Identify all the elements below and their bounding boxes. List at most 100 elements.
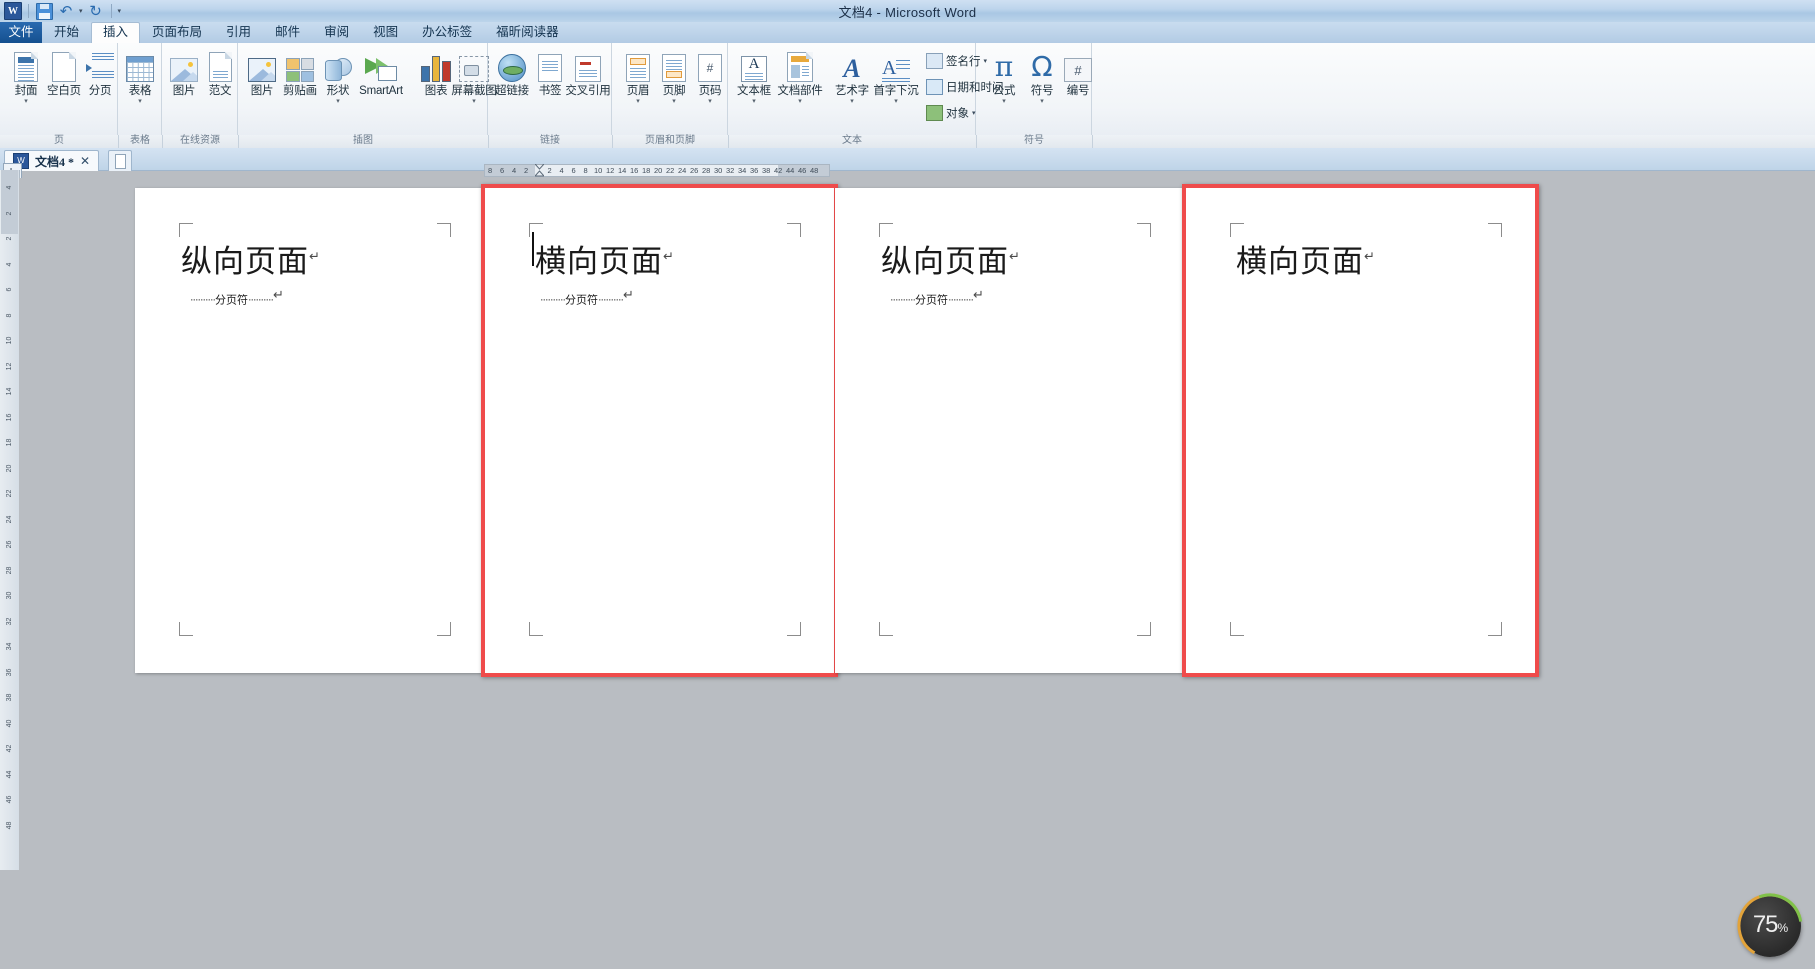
document-workspace[interactable]: 纵向页面↵ ··········分页符··········↵ 横向页面↵ ···… bbox=[19, 178, 1815, 969]
tab-office-tab[interactable]: 办公标签 bbox=[410, 22, 484, 43]
tab-page-layout[interactable]: 页面布局 bbox=[140, 22, 214, 43]
vertical-ruler-tick: 6 bbox=[6, 287, 13, 292]
margin-mark-tr bbox=[1488, 223, 1502, 237]
page-break-icon bbox=[78, 48, 122, 82]
ribbon-group-links: 超链接 书签 交叉引用 bbox=[488, 43, 612, 135]
margin-mark-bl bbox=[529, 622, 543, 636]
ruler-number: 24 bbox=[678, 166, 687, 175]
drop-cap-button[interactable]: A 首字下沉 ▾ bbox=[870, 48, 922, 106]
margin-mark-br bbox=[1488, 622, 1502, 636]
page-1-portrait[interactable]: 纵向页面↵ ··········分页符··········↵ bbox=[135, 188, 484, 673]
tab-mailings[interactable]: 邮件 bbox=[263, 22, 312, 43]
ruler-number: 32 bbox=[726, 166, 735, 175]
tab-file[interactable]: 文件 bbox=[0, 22, 42, 43]
tab-foxit-reader[interactable]: 福昕阅读器 bbox=[484, 22, 571, 43]
group-label-illustrations: 插图 bbox=[238, 135, 489, 148]
table-caret-icon[interactable]: ▾ bbox=[118, 98, 162, 106]
ruler-number: 18 bbox=[642, 166, 651, 175]
vertical-ruler-tick: 18 bbox=[6, 438, 13, 447]
tab-home[interactable]: 开始 bbox=[42, 22, 91, 43]
page-4-landscape[interactable]: 横向页面↵ bbox=[1182, 184, 1539, 677]
ruler-number: 44 bbox=[786, 166, 795, 175]
tab-view[interactable]: 视图 bbox=[361, 22, 410, 43]
indent-marker[interactable] bbox=[533, 163, 546, 177]
signature-line-icon bbox=[926, 53, 943, 69]
group-label-symbols: 符号 bbox=[976, 135, 1093, 148]
sample-text-button[interactable]: 范文 bbox=[198, 48, 242, 98]
word-window: W ↶ ▾ ↻ ▾ 文档4 - Microsoft Word 文件 开始 插入 … bbox=[0, 0, 1815, 969]
quick-parts-button[interactable]: 文档部件 ▾ bbox=[774, 48, 826, 106]
horizontal-ruler[interactable]: 8 6 4 2 2 4 6 8 10 12 14 16 18 20 22 24 26 28 30 32 34 36 38 42… bbox=[484, 163, 830, 182]
text-box-caret-icon[interactable]: ▾ bbox=[732, 98, 776, 106]
page-3-portrait[interactable]: 纵向页面↵ ··········分页符··········↵ bbox=[835, 188, 1184, 673]
text-cursor bbox=[532, 232, 534, 266]
vertical-ruler-tick: 34 bbox=[6, 642, 13, 651]
ruler-number: 20 bbox=[654, 166, 663, 175]
drop-cap-caret-icon[interactable]: ▾ bbox=[870, 98, 922, 106]
number-button[interactable]: # 编号 bbox=[1056, 48, 1100, 98]
vertical-ruler[interactable]: 4 2 2 4 6 8 10 12 14 16 18 20 22 24 26 28 30 32 34 36 38 40 42… bbox=[0, 170, 20, 870]
object-icon bbox=[926, 105, 943, 121]
margin-mark-tl bbox=[1230, 223, 1244, 237]
vertical-ruler-tick: 10 bbox=[6, 336, 13, 345]
symbol-caret-icon[interactable]: ▾ bbox=[1020, 98, 1064, 106]
margin-mark-br bbox=[437, 622, 451, 636]
ruler-number: 8 bbox=[488, 166, 493, 175]
group-label-pages: 页 bbox=[0, 135, 119, 148]
ruler-number: 8 bbox=[583, 166, 588, 175]
page-break-button[interactable]: 分页 bbox=[78, 48, 122, 98]
drop-cap-label: 首字下沉 bbox=[873, 85, 919, 97]
tab-review[interactable]: 审阅 bbox=[312, 22, 361, 43]
quick-parts-icon bbox=[774, 48, 826, 82]
page-2-landscape[interactable]: 横向页面↵ ··········分页符··········↵ bbox=[481, 184, 838, 677]
text-box-label: 文本框 bbox=[737, 85, 771, 97]
page-break-label: 分页 bbox=[88, 85, 112, 97]
vertical-ruler-tick: 38 bbox=[6, 693, 13, 702]
ribbon-tabs: 文件 开始 插入 页面布局 引用 邮件 审阅 视图 办公标签 福昕阅读器 bbox=[0, 22, 1815, 44]
window-title: 文档4 - Microsoft Word bbox=[838, 5, 977, 20]
margin-mark-tr bbox=[1137, 223, 1151, 237]
word-art-button[interactable]: A 艺术字 ▾ bbox=[830, 48, 874, 106]
new-document-tab-button[interactable] bbox=[108, 150, 132, 171]
object-button[interactable]: 对象 ▾ bbox=[926, 104, 976, 122]
vertical-ruler-tick: 2 bbox=[6, 236, 13, 241]
vertical-ruler-tick: 14 bbox=[6, 387, 13, 396]
ruler-number: 38 bbox=[762, 166, 771, 175]
page-number-button[interactable]: # 页码 ▾ bbox=[688, 48, 732, 106]
cross-reference-button[interactable]: 交叉引用 bbox=[562, 48, 614, 98]
margin-mark-tl bbox=[179, 223, 193, 237]
margin-mark-tl bbox=[879, 223, 893, 237]
close-icon[interactable]: ✕ bbox=[80, 154, 90, 168]
text-box-button[interactable]: A 文本框 ▾ bbox=[732, 48, 776, 106]
page-2-break-label: 分页符 bbox=[564, 293, 598, 307]
number-label: 编号 bbox=[1066, 85, 1090, 97]
cover-page-caret-icon[interactable]: ▾ bbox=[4, 98, 48, 106]
ruler-number: 22 bbox=[666, 166, 675, 175]
vertical-ruler-tick: 40 bbox=[6, 719, 13, 727]
ribbon-group-table: 表格 ▾ bbox=[118, 43, 162, 135]
title-bar: W ↶ ▾ ↻ ▾ 文档4 - Microsoft Word bbox=[0, 0, 1815, 23]
paragraph-mark: ↵ bbox=[309, 249, 321, 265]
page-number-caret-icon[interactable]: ▾ bbox=[688, 98, 732, 106]
tab-references[interactable]: 引用 bbox=[214, 22, 263, 43]
ribbon-group-header-footer: 页眉 ▾ 页脚 ▾ # 页码 ▾ bbox=[612, 43, 728, 135]
ribbon: 封面 ▾ 空白页 分页 表格 ▾ 图片 范文 图片 剪贴画 形状 ▾ Smart… bbox=[0, 43, 1815, 136]
date-time-icon bbox=[926, 79, 943, 95]
vertical-ruler-tick: 26 bbox=[6, 540, 13, 549]
ruler-number: 26 bbox=[690, 166, 699, 175]
ruler-number: 36 bbox=[750, 166, 759, 175]
word-art-icon: A bbox=[843, 54, 861, 83]
zoom-level-widget[interactable]: 75% bbox=[1737, 893, 1803, 959]
object-caret-icon[interactable]: ▾ bbox=[972, 109, 976, 117]
table-button[interactable]: 表格 ▾ bbox=[118, 48, 162, 106]
break-dash-left: ·········· bbox=[190, 293, 216, 307]
vertical-ruler-tick: 32 bbox=[6, 617, 13, 625]
quick-parts-caret-icon[interactable]: ▾ bbox=[774, 98, 826, 106]
break-dash-left: ·········· bbox=[540, 293, 566, 307]
smartart-button[interactable]: SmartArt bbox=[350, 48, 412, 98]
vertical-ruler-tick: 16 bbox=[6, 413, 13, 421]
margin-mark-bl bbox=[1230, 622, 1244, 636]
tab-insert[interactable]: 插入 bbox=[91, 22, 141, 44]
word-art-caret-icon[interactable]: ▾ bbox=[830, 98, 874, 106]
shapes-caret-icon[interactable]: ▾ bbox=[316, 98, 360, 106]
